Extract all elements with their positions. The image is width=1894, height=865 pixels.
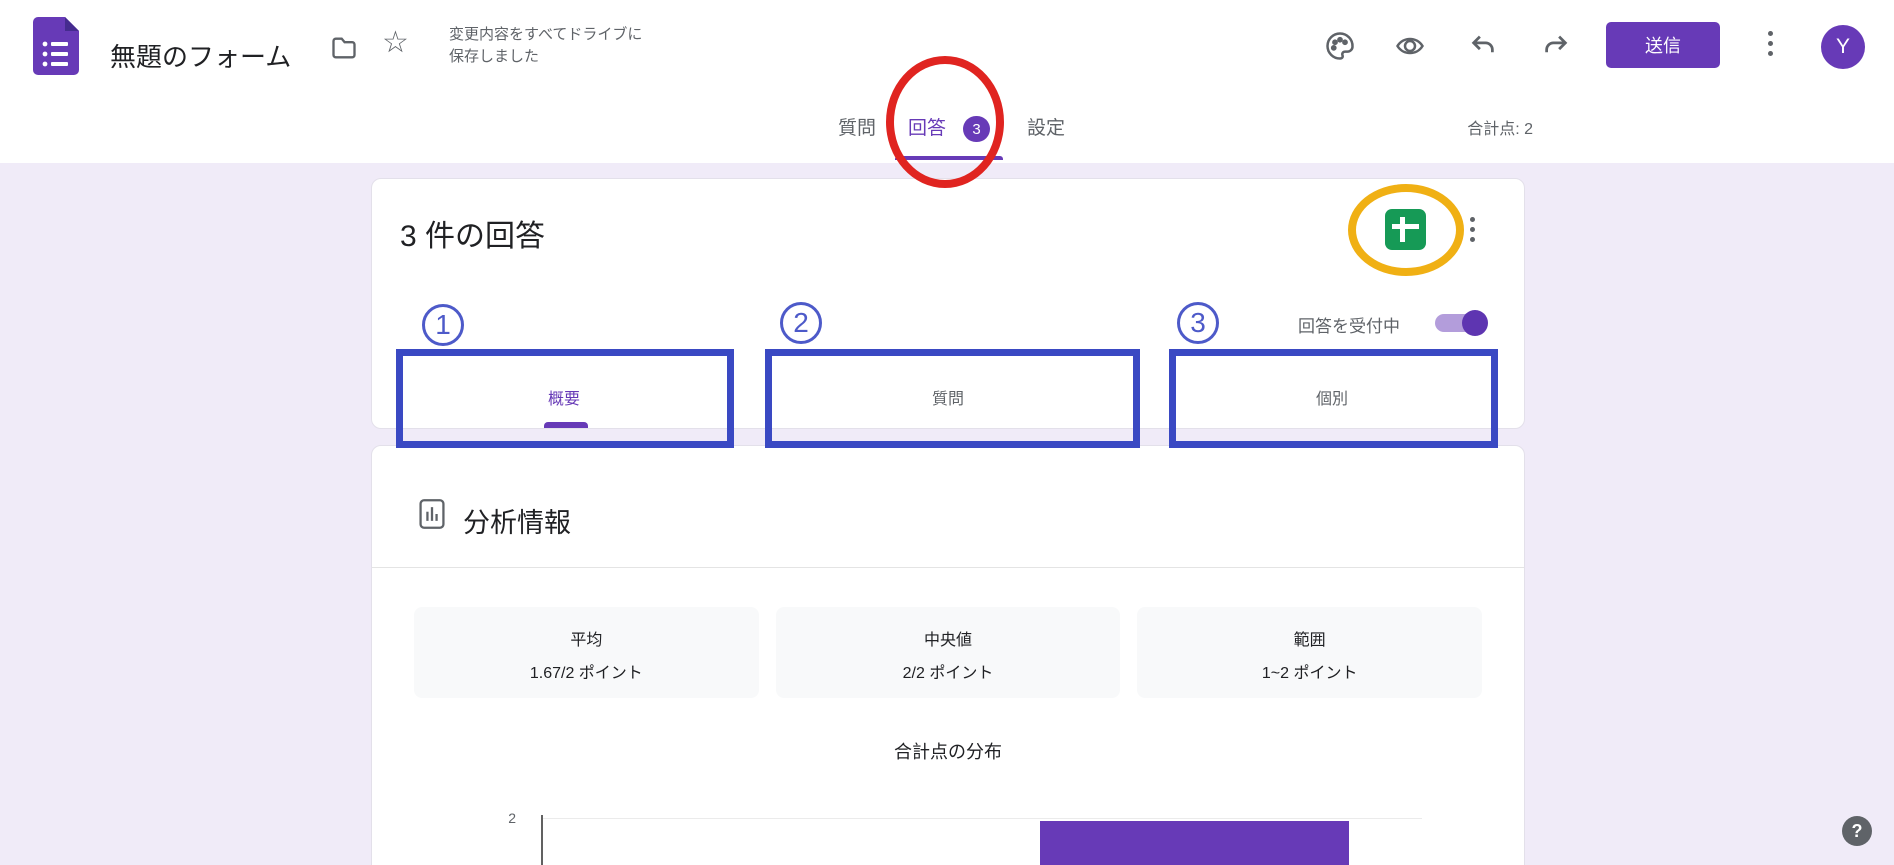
account-avatar[interactable]: Y — [1821, 25, 1865, 69]
stat-range-label: 範囲 — [1137, 626, 1482, 650]
stat-median-label: 中央値 — [776, 626, 1121, 650]
stat-median: 中央値 2/2 ポイント — [776, 607, 1121, 698]
subtab-question[interactable]: 質問 — [756, 366, 1140, 428]
stat-range: 範囲 1~2 ポイント — [1137, 607, 1482, 698]
save-status-line1: 変更内容をすべてドライブに — [449, 24, 642, 46]
help-button[interactable]: ? — [1842, 816, 1872, 846]
stat-median-value: 2/2 ポイント — [776, 659, 1121, 683]
subtab-individual[interactable]: 個別 — [1140, 366, 1524, 428]
insights-header: 分析情報 — [372, 446, 1524, 568]
palette-icon[interactable] — [1325, 31, 1355, 61]
responses-count-title: 3 件の回答 — [400, 211, 545, 255]
chart-bar — [1040, 821, 1349, 865]
stat-range-value: 1~2 ポイント — [1137, 659, 1482, 683]
accepting-responses-toggle[interactable] — [1435, 314, 1485, 332]
chart-title: 合計点の分布 — [372, 738, 1524, 764]
save-status-line2: 保存しました — [449, 46, 642, 68]
selected-tab-indicator — [895, 156, 1003, 160]
tab-settings[interactable]: 設定 — [1027, 113, 1065, 140]
selected-subtab-indicator — [544, 422, 588, 428]
more-options-icon[interactable] — [1768, 31, 1773, 56]
insights-title: 分析情報 — [463, 501, 571, 540]
send-button[interactable]: 送信 — [1606, 22, 1720, 68]
view-in-sheets-button[interactable] — [1385, 209, 1426, 250]
star-icon[interactable]: ☆ — [382, 28, 409, 58]
stat-average-label: 平均 — [414, 626, 759, 650]
google-forms-window: 無題のフォーム ☆ 変更内容をすべてドライブに 保存しました — [0, 0, 1894, 865]
responses-more-options-icon[interactable] — [1470, 217, 1475, 242]
stat-average: 平均 1.67/2 ポイント — [414, 607, 759, 698]
top-bar: 無題のフォーム ☆ 変更内容をすべてドライブに 保存しました — [0, 0, 1894, 163]
responses-card: 3 件の回答 回答を受付中 概要 質問 個別 — [371, 178, 1525, 429]
preview-eye-icon[interactable] — [1395, 31, 1425, 61]
chart-gridline — [543, 818, 1422, 819]
google-forms-logo-icon[interactable] — [33, 17, 79, 75]
insights-chart-icon — [418, 498, 446, 530]
tab-questions[interactable]: 質問 — [838, 113, 876, 140]
responses-count-badge: 3 — [963, 116, 990, 142]
chart-y-axis — [541, 815, 543, 865]
stat-average-value: 1.67/2 ポイント — [414, 659, 759, 683]
tab-responses[interactable]: 回答 — [908, 113, 946, 140]
responses-subtabs: 概要 質問 個別 — [372, 366, 1524, 428]
chart-y-tick: 2 — [492, 810, 516, 826]
toggle-knob — [1462, 310, 1488, 336]
insights-card: 分析情報 平均 1.67/2 ポイント 中央値 2/2 ポイント 範囲 1~2 … — [371, 445, 1525, 865]
stats-row: 平均 1.67/2 ポイント 中央値 2/2 ポイント 範囲 1~2 ポイント — [414, 607, 1482, 698]
accepting-responses-label: 回答を受付中 — [1298, 312, 1400, 337]
total-points-label: 合計点: 2 — [1430, 115, 1533, 139]
undo-icon[interactable] — [1468, 31, 1498, 61]
sheets-icon — [1392, 224, 1419, 229]
save-status: 変更内容をすべてドライブに 保存しました — [449, 24, 642, 68]
move-folder-icon[interactable] — [330, 34, 358, 62]
form-title[interactable]: 無題のフォーム — [110, 37, 291, 74]
subtab-summary[interactable]: 概要 — [372, 366, 756, 428]
redo-icon[interactable] — [1541, 31, 1571, 61]
